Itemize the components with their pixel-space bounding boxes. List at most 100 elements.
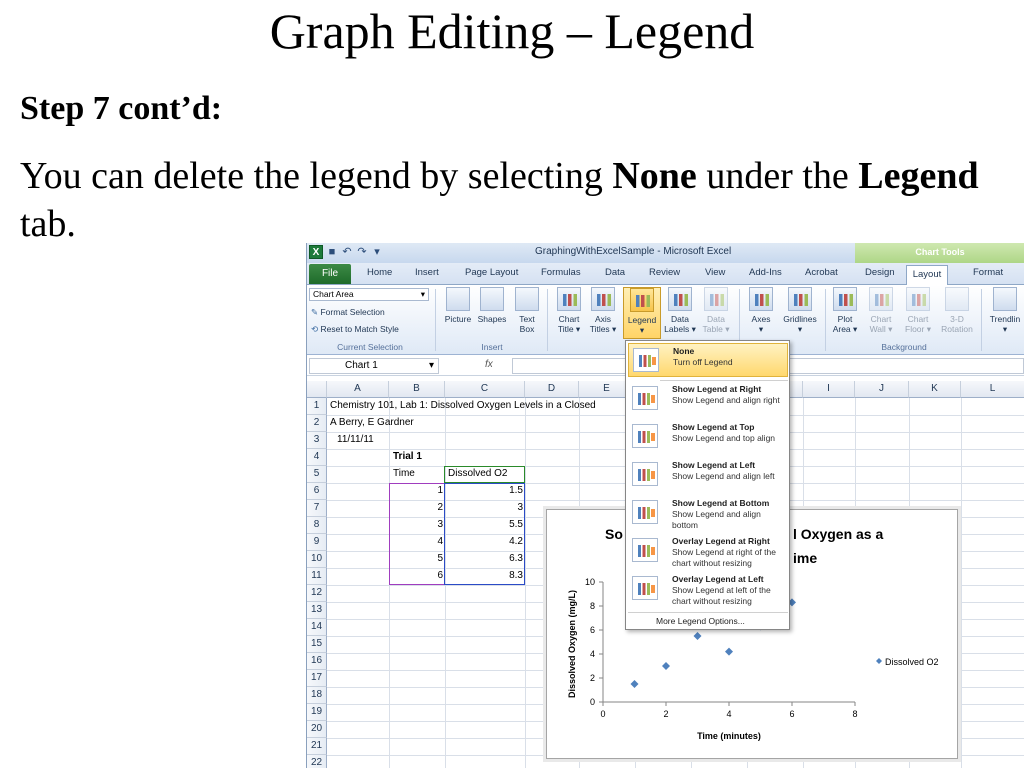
column-header[interactable]: D xyxy=(525,381,579,398)
tab-format[interactable]: Format xyxy=(973,267,1003,278)
chart-title-button[interactable]: Chart Title ▾ xyxy=(553,287,585,334)
row-header[interactable]: 3 xyxy=(307,432,327,449)
legend-option-title: None xyxy=(673,346,695,356)
step-heading: Step 7 cont’d: xyxy=(20,90,223,127)
tab-file[interactable]: File xyxy=(309,264,351,284)
row-header[interactable]: 17 xyxy=(307,670,327,687)
row-header[interactable]: 7 xyxy=(307,500,327,517)
row-header[interactable]: 16 xyxy=(307,653,327,670)
chart-wall-label-1: Chart xyxy=(870,314,892,324)
picture-label: Picture xyxy=(444,314,472,324)
row-header[interactable]: 22 xyxy=(307,755,327,768)
row-header[interactable]: 6 xyxy=(307,483,327,500)
tab-insert[interactable]: Insert xyxy=(415,267,439,278)
tab-acrobat[interactable]: Acrobat xyxy=(805,267,838,278)
column-header[interactable]: C xyxy=(445,381,525,398)
shapes-button[interactable]: Shapes xyxy=(475,287,509,324)
tab-data[interactable]: Data xyxy=(605,267,625,278)
3d-rotation-button[interactable]: 3-D Rotation xyxy=(937,287,977,334)
data-labels-button[interactable]: Data Labels ▾ xyxy=(663,287,697,334)
tab-layout[interactable]: Layout xyxy=(906,265,948,286)
cell-b4[interactable]: Trial 1 xyxy=(393,449,422,466)
row-header[interactable]: 18 xyxy=(307,687,327,704)
row-header[interactable]: 15 xyxy=(307,636,327,653)
tab-page-layout[interactable]: Page Layout xyxy=(465,267,518,278)
row-header[interactable]: 8 xyxy=(307,517,327,534)
group-background-label: Background xyxy=(881,342,927,352)
row-header[interactable]: 11 xyxy=(307,568,327,585)
row-header[interactable]: 20 xyxy=(307,721,327,738)
row-header[interactable]: 5 xyxy=(307,466,327,483)
legend-option-right[interactable]: Show Legend at Right Show Legend and alig… xyxy=(628,382,788,418)
legend-right-icon xyxy=(632,386,658,410)
tab-review[interactable]: Review xyxy=(649,267,680,278)
legend-option-overlay-right[interactable]: Overlay Legend at Right Show Legend at ri… xyxy=(628,534,788,572)
tab-view[interactable]: View xyxy=(705,267,725,278)
legend-option-left[interactable]: Show Legend at Left Show Legend and align… xyxy=(628,458,788,494)
data-point xyxy=(725,647,733,656)
tab-design[interactable]: Design xyxy=(865,267,895,278)
format-selection-button[interactable]: ✎ Format Selection xyxy=(311,307,385,318)
legend-option-overlay-left[interactable]: Overlay Legend at Left Show Legend at lef… xyxy=(628,572,788,610)
reset-style-button[interactable]: ⟲ Reset to Match Style xyxy=(311,324,399,335)
undo-icon[interactable]: ↶ xyxy=(341,246,353,258)
axes-button[interactable]: Axes ▾ xyxy=(745,287,777,334)
axis-titles-button[interactable]: Axis Titles ▾ xyxy=(587,287,619,334)
insert-function-icon[interactable]: fx xyxy=(485,359,493,370)
row-header[interactable]: 13 xyxy=(307,602,327,619)
row-header[interactable]: 9 xyxy=(307,534,327,551)
legend-option-top[interactable]: Show Legend at Top Show Legend and top al… xyxy=(628,420,788,456)
row-header[interactable]: 10 xyxy=(307,551,327,568)
data-table-button[interactable]: Data Table ▾ xyxy=(699,287,733,334)
column-header[interactable]: L xyxy=(961,381,1024,398)
cell-a3[interactable]: 11/11/11 xyxy=(337,432,374,449)
chevron-down-icon: ▾ xyxy=(428,360,434,371)
excel-logo-icon[interactable]: X xyxy=(309,245,323,259)
legend-option-desc: Show Legend at right of the chart withou… xyxy=(672,547,776,568)
row-header[interactable]: 21 xyxy=(307,738,327,755)
row-header[interactable]: 19 xyxy=(307,704,327,721)
customize-qat-icon[interactable]: ▾ xyxy=(371,246,383,258)
more-legend-options[interactable]: More Legend Options... xyxy=(656,616,745,626)
gridlines-button[interactable]: Gridlines ▾ xyxy=(779,287,821,334)
legend-left-icon xyxy=(632,462,658,486)
tab-formulas[interactable]: Formulas xyxy=(541,267,581,278)
legend-option-title: Overlay Legend at Left xyxy=(672,574,764,584)
tab-home[interactable]: Home xyxy=(367,267,392,278)
legend-option-title: Show Legend at Bottom xyxy=(672,498,770,508)
cell-b5[interactable]: Time xyxy=(393,466,415,483)
picture-button[interactable]: Picture xyxy=(441,287,475,324)
data-point xyxy=(630,680,639,688)
cell-a2[interactable]: A Berry, E Gardner xyxy=(330,415,414,432)
row-header[interactable]: 14 xyxy=(307,619,327,636)
select-all-corner[interactable] xyxy=(307,381,327,398)
cell-a1[interactable]: Chemistry 101, Lab 1: Dissolved Oxygen L… xyxy=(330,398,596,415)
column-header[interactable]: I xyxy=(803,381,855,398)
column-header[interactable]: K xyxy=(909,381,961,398)
legend-button[interactable]: Legend ▾ xyxy=(623,287,661,339)
y-tick-label: 8 xyxy=(590,601,595,611)
x-tick-label: 8 xyxy=(852,709,857,719)
column-header[interactable]: B xyxy=(389,381,445,398)
column-header[interactable]: J xyxy=(855,381,909,398)
legend-option-none[interactable]: None Turn off Legend xyxy=(628,343,788,377)
row-header[interactable]: 4 xyxy=(307,449,327,466)
column-header[interactable]: A xyxy=(327,381,389,398)
save-icon[interactable]: ■ xyxy=(326,246,338,258)
text-box-button[interactable]: Text Box xyxy=(511,287,543,334)
row-header[interactable]: 1 xyxy=(307,398,327,415)
legend-option-bottom[interactable]: Show Legend at Bottom Show Legend and ali… xyxy=(628,496,788,532)
name-box[interactable]: Chart 1 ▾ xyxy=(309,358,439,374)
trendline-button[interactable]: Trendlin ▾ xyxy=(985,287,1024,334)
tab-add-ins[interactable]: Add-Ins xyxy=(749,267,782,278)
chart-elements-dropdown[interactable]: Chart Area ▾ xyxy=(309,288,429,301)
redo-icon[interactable]: ↷ xyxy=(356,246,368,258)
3d-rotation-label-2: Rotation xyxy=(941,324,973,334)
row-header[interactable]: 12 xyxy=(307,585,327,602)
plot-area-button[interactable]: Plot Area ▾ xyxy=(829,287,861,334)
chart-wall-button[interactable]: Chart Wall ▾ xyxy=(865,287,897,334)
data-table-label-1: Data xyxy=(707,314,725,324)
row-header[interactable]: 2 xyxy=(307,415,327,432)
legend-overlay-left-icon xyxy=(632,576,658,600)
chart-floor-button[interactable]: Chart Floor ▾ xyxy=(901,287,935,334)
